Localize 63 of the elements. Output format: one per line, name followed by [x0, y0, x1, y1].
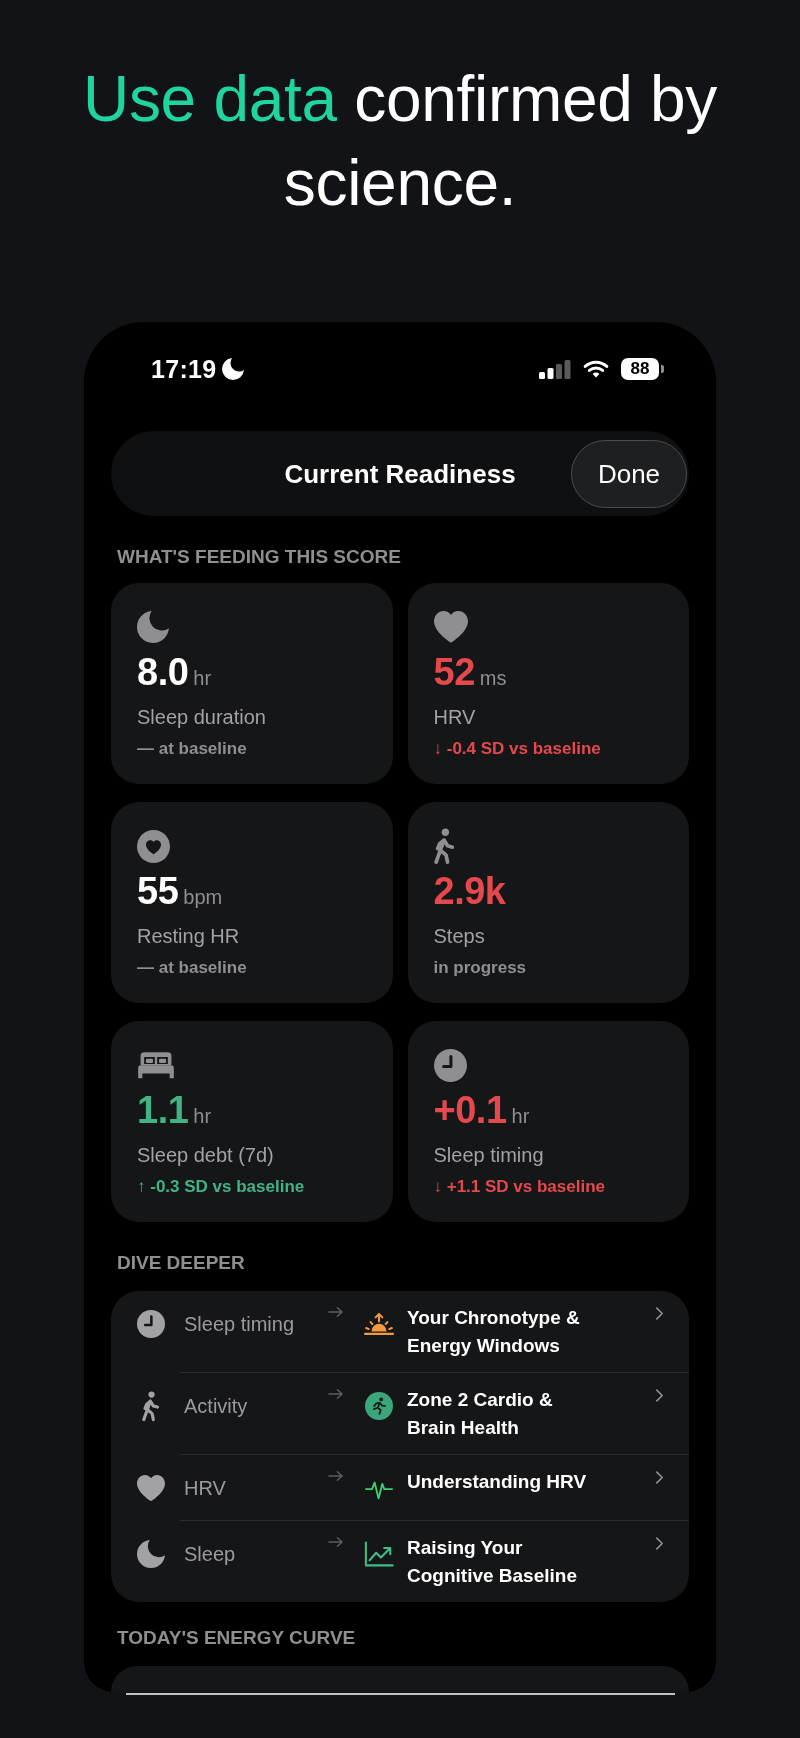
sunrise-icon — [363, 1311, 395, 1337]
article-title[interactable]: Raising Your Cognitive Baseline — [407, 1534, 600, 1590]
walking-person-icon — [433, 827, 455, 865]
arrow-icon — [328, 1306, 344, 1318]
wifi-icon — [583, 360, 609, 378]
clock-icon — [433, 1048, 467, 1082]
metric-value: 52 — [433, 650, 475, 694]
metric-label: Sleep timing — [433, 1143, 544, 1168]
article-title[interactable]: Zone 2 Cardio & Brain Health — [407, 1386, 600, 1442]
metric-status: ↓ +1.1 SD vs baseline — [433, 1176, 605, 1198]
chevron-icon — [655, 1388, 664, 1403]
metric-value: 55 — [137, 869, 179, 913]
heart-icon — [433, 611, 468, 643]
metric-unit: hr — [193, 666, 212, 691]
metric-unit: ms — [479, 666, 507, 691]
heart-icon — [137, 1474, 165, 1502]
section-heading: DIVE DEEPER — [117, 1252, 245, 1274]
article-title[interactable]: Your Chronotype & Energy Windows — [407, 1304, 600, 1360]
arrow-icon — [328, 1470, 344, 1482]
metric-status: ↑ -0.3 SD vs baseline — [137, 1176, 305, 1198]
battery-indicator: 88 — [621, 358, 664, 380]
topic-label: HRV — [184, 1477, 226, 1499]
topic-label: Activity — [184, 1395, 248, 1417]
metric-label: Resting HR — [137, 924, 240, 949]
clock-icon — [137, 1310, 165, 1338]
moon-icon — [137, 1540, 165, 1568]
metric-unit: hr — [193, 1104, 212, 1129]
metric-status: ↓ -0.4 SD vs baseline — [433, 738, 601, 760]
cellular-signal-icon — [539, 359, 571, 379]
status-time: 17:19 — [151, 357, 217, 381]
metric-status: — at baseline — [137, 957, 247, 979]
topic-label: Sleep timing — [184, 1313, 295, 1335]
section-heading: WHAT'S FEEDING THIS SCORE — [117, 546, 401, 568]
metric-status: in progress — [433, 957, 527, 979]
metric-label: Sleep debt (7d) — [137, 1143, 274, 1168]
heart-circle-icon — [137, 829, 170, 863]
metric-status: — at baseline — [137, 738, 247, 760]
done-button[interactable]: Done — [571, 439, 687, 508]
arrow-icon — [328, 1388, 344, 1400]
metric-label: Steps — [433, 924, 485, 949]
bed-icon — [137, 1051, 175, 1079]
metric-label: HRV — [433, 705, 476, 730]
arrow-icon — [328, 1536, 344, 1548]
headline: Use data confirmed by science. — [82, 62, 718, 221]
runner-icon — [365, 1392, 393, 1420]
metric-value: 1.1 — [137, 1088, 189, 1132]
chevron-icon — [655, 1536, 664, 1551]
topic-label: Sleep — [184, 1543, 236, 1565]
chevron-icon — [655, 1306, 664, 1321]
screen-title: Current Readiness — [284, 457, 516, 490]
moon-icon — [137, 611, 169, 643]
moon-icon — [222, 358, 245, 380]
metric-value: +0.1 — [433, 1088, 507, 1132]
metric-value: 2.9k — [433, 869, 506, 913]
metric-unit: bpm — [183, 885, 223, 910]
trend-chart-icon — [364, 1540, 394, 1568]
chevron-icon — [655, 1470, 664, 1485]
metric-label: Sleep duration — [137, 705, 266, 730]
section-heading: TODAY'S ENERGY CURVE — [117, 1627, 356, 1649]
metric-value: 8.0 — [137, 650, 189, 694]
walking-person-icon — [142, 1390, 160, 1422]
article-title[interactable]: Understanding HRV — [407, 1468, 587, 1496]
metric-unit: hr — [511, 1104, 530, 1129]
